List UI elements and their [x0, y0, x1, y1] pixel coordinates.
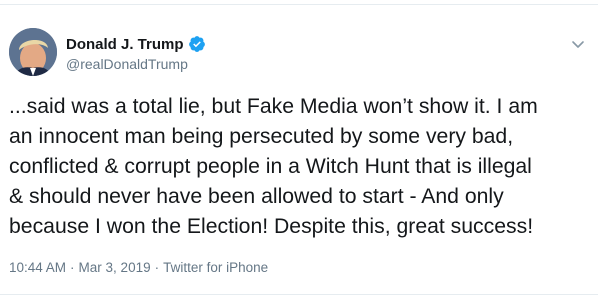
- chevron-down-icon[interactable]: [570, 36, 586, 52]
- meta-separator: ·: [70, 260, 75, 275]
- meta-separator: ·: [154, 260, 160, 275]
- tweet-date[interactable]: Mar 3, 2019: [79, 260, 151, 275]
- avatar[interactable]: [9, 28, 57, 76]
- tweet-line: ...said was a total lie, but Fake Media …: [9, 95, 538, 118]
- author-handle[interactable]: @realDonaldTrump: [66, 56, 188, 72]
- tweet-text: ...said was a total lie, but Fake Media …: [9, 92, 594, 242]
- tweet-source[interactable]: Twitter for iPhone: [163, 260, 268, 275]
- author-name-row: Donald J. Trump: [66, 34, 206, 54]
- verified-badge-icon: [188, 35, 206, 53]
- tweet-line: an innocent man being persecuted by some…: [9, 125, 514, 148]
- bottom-divider: [0, 294, 598, 295]
- tweet-line: conflicted & corrupt people in a Witch H…: [9, 155, 532, 178]
- tweet-metadata: 10:44 AM · Mar 3, 2019 · Twitter for iPhone: [9, 260, 268, 275]
- tweet-time[interactable]: 10:44 AM: [9, 260, 66, 275]
- top-divider: [0, 4, 598, 5]
- display-name[interactable]: Donald J. Trump: [66, 36, 184, 53]
- tweet-line: because I won the Election! Despite this…: [9, 215, 534, 238]
- tweet-line: & should never have been allowed to star…: [9, 185, 504, 208]
- avatar-image: [9, 28, 57, 76]
